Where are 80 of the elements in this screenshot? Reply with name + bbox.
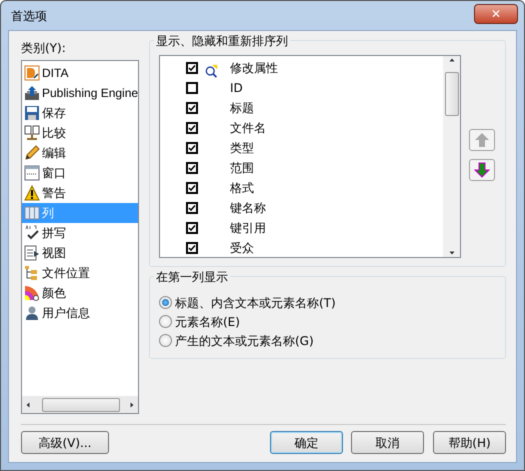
column-name: 类型	[230, 140, 254, 157]
check-icon	[188, 224, 196, 232]
column-name: ID	[230, 80, 243, 97]
pencil-icon	[24, 145, 40, 161]
save-icon	[24, 105, 40, 121]
category-item[interactable]: 编辑	[22, 143, 138, 163]
check-icon	[188, 124, 196, 132]
checkbox[interactable]	[186, 162, 198, 174]
radio-label: 元素名称(E)	[175, 314, 240, 330]
scroll-down-icon	[448, 249, 456, 257]
move-down-button[interactable]	[469, 159, 495, 181]
group-title: 在第一列显示	[154, 268, 230, 286]
column-name: 受众	[230, 240, 254, 257]
window-title: 首选项	[11, 8, 47, 24]
radio-label: 产生的文本或元素名称(G)	[175, 332, 314, 350]
column-name: 键引用	[230, 220, 266, 237]
check-icon	[188, 164, 196, 172]
category-item[interactable]: 保存	[22, 103, 138, 123]
column-name: 范围	[230, 160, 254, 177]
checkbox[interactable]	[186, 242, 198, 254]
compare-icon	[24, 125, 40, 141]
category-item[interactable]: 窗口	[22, 163, 138, 183]
check-icon	[188, 104, 196, 112]
group-title: 显示、隐藏和重新排序列	[154, 32, 290, 50]
advanced-button[interactable]: 高级(V)...	[21, 431, 109, 454]
checkbox[interactable]	[186, 62, 198, 74]
column-name: 修改属性	[230, 60, 278, 77]
scroll-up-icon	[448, 56, 456, 64]
checkbox[interactable]	[186, 202, 198, 214]
folder-tree-icon	[24, 265, 40, 281]
cancel-button[interactable]: 取消	[351, 431, 424, 454]
check-icon	[188, 244, 196, 252]
document-icon	[24, 65, 40, 81]
column-name: 格式	[230, 180, 254, 197]
scroll-left-icon	[24, 400, 32, 408]
warning-icon	[24, 185, 40, 201]
scroll-thumb[interactable]	[42, 398, 120, 412]
check-icon	[188, 144, 196, 152]
check-icon	[188, 204, 196, 212]
radio-button[interactable]	[159, 296, 172, 309]
upload-icon	[24, 85, 40, 101]
view-icon	[24, 245, 40, 261]
scroll-right-icon	[128, 400, 136, 408]
checkbox[interactable]	[186, 102, 198, 114]
category-item[interactable]: Publishing Engine	[22, 83, 138, 103]
category-label: 类别(Y):	[21, 40, 67, 57]
spellcheck-icon	[24, 225, 40, 241]
checkbox[interactable]	[186, 182, 198, 194]
column-name: 键名称	[230, 200, 266, 217]
scroll-thumb[interactable]	[444, 72, 458, 116]
category-item[interactable]: 文件位置	[22, 263, 138, 283]
radio-label: 标题、内含文本或元素名称(T)	[175, 294, 336, 312]
down-arrow-icon	[474, 162, 490, 178]
color-wheel-icon	[24, 285, 40, 301]
check-icon	[188, 64, 196, 72]
radio-button[interactable]	[159, 315, 172, 328]
category-item[interactable]: 颜色	[22, 283, 138, 303]
up-arrow-icon	[474, 132, 490, 148]
check-icon	[188, 184, 196, 192]
window-icon	[24, 165, 40, 181]
help-button[interactable]: 帮助(H)	[433, 431, 506, 454]
columns-icon	[24, 205, 40, 221]
checkbox[interactable]	[186, 82, 198, 94]
checkbox[interactable]	[186, 122, 198, 134]
horizontal-scrollbar[interactable]	[22, 396, 138, 413]
ok-button[interactable]: 确定	[270, 431, 343, 454]
category-item[interactable]: 比较	[22, 123, 138, 143]
vertical-scrollbar[interactable]	[443, 56, 460, 257]
category-item[interactable]: 拼写	[22, 223, 138, 243]
category-item[interactable]: 视图	[22, 243, 138, 263]
checkbox[interactable]	[186, 222, 198, 234]
category-item[interactable]: 警告	[22, 183, 138, 203]
user-icon	[24, 305, 40, 321]
column-name: 文件名	[230, 120, 266, 137]
category-item[interactable]: 用户信息	[22, 303, 138, 323]
category-item[interactable]: DITA	[22, 63, 138, 83]
radio-button[interactable]	[159, 334, 172, 347]
magnifier-icon	[204, 64, 220, 78]
column-name: 标题	[230, 100, 254, 117]
checkbox[interactable]	[186, 142, 198, 154]
